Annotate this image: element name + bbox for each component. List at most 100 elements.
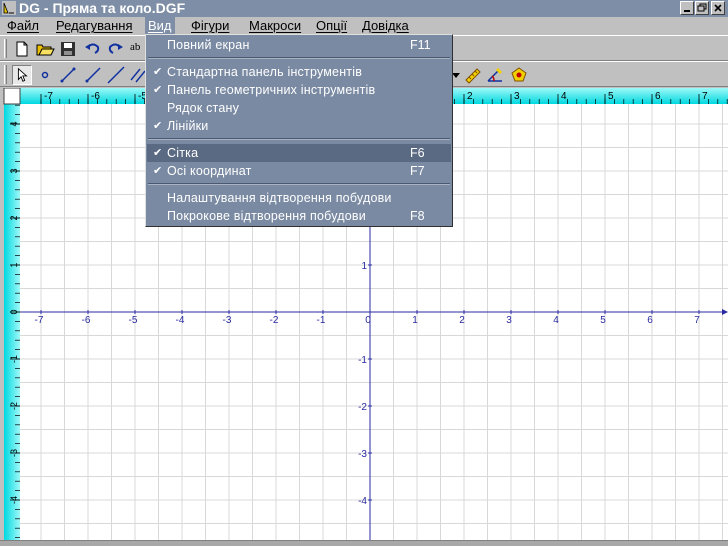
y-tick-label: 1	[361, 261, 367, 272]
ruler-label: -7	[44, 91, 53, 102]
x-tick-label: -6	[82, 315, 91, 326]
save-icon[interactable]	[58, 39, 78, 59]
x-tick-label: 0	[365, 315, 371, 326]
ruler-label: 3	[514, 91, 520, 102]
ruler-label: 6	[655, 91, 661, 102]
menu-edit[interactable]: Редагування	[53, 17, 136, 35]
x-tick-label: 1	[412, 315, 418, 326]
ruler-label: 2	[9, 215, 19, 220]
menu-item-label: Сітка	[167, 146, 199, 160]
line-tool-icon[interactable]	[106, 65, 126, 85]
ruler-label: 0	[9, 309, 19, 314]
menu-item-rulers[interactable]: ✔ Лінійки	[147, 117, 451, 135]
menu-item-label: Повний екран	[167, 38, 250, 52]
point-tool-icon[interactable]	[35, 65, 55, 85]
text-tool-button[interactable]: ab	[130, 41, 140, 53]
check-icon: ✔	[153, 120, 163, 132]
title-bar: DG - Пряма та коло.DGF	[0, 0, 728, 17]
restore-icon	[697, 3, 707, 12]
toolbar-grip[interactable]	[4, 65, 7, 84]
x-tick-label: -3	[223, 315, 232, 326]
menu-separator	[148, 138, 450, 140]
menu-separator	[148, 57, 450, 59]
ruler-label: -2	[9, 402, 19, 410]
status-strip	[0, 540, 728, 546]
ruler-label: 5	[608, 91, 614, 102]
x-tick-label: 7	[694, 315, 700, 326]
menu-item-label: Лінійки	[167, 119, 209, 133]
menu-item-shortcut: F7	[410, 164, 425, 178]
minimize-icon	[684, 10, 690, 12]
restore-button[interactable]	[695, 1, 709, 15]
app-icon	[2, 1, 16, 15]
ruler-label: 1	[9, 262, 19, 267]
menu-file[interactable]: Файл	[4, 17, 42, 35]
menu-item-status-bar[interactable]: Рядок стану	[147, 99, 451, 117]
ruler-label: -6	[91, 91, 100, 102]
x-tick-label: -1	[317, 315, 326, 326]
check-icon: ✔	[153, 165, 163, 177]
window-title: DG - Пряма та коло.DGF	[19, 0, 186, 16]
menu-separator	[148, 183, 450, 185]
x-tick-label: -7	[35, 315, 44, 326]
menu-item-shortcut: F6	[410, 146, 425, 160]
menu-item-step-playback[interactable]: Покрокове відтворення побудови F8	[147, 207, 451, 225]
y-tick-label: -1	[358, 355, 367, 366]
segment-tool-icon[interactable]	[58, 65, 78, 85]
ruler-label: -4	[9, 496, 19, 504]
menu-item-shortcut: F8	[410, 209, 425, 223]
toolbar-grip[interactable]	[4, 39, 7, 58]
x-tick-label: -2	[270, 315, 279, 326]
y-tick-label: -3	[358, 449, 367, 460]
menu-options[interactable]: Опції	[313, 17, 350, 35]
measure-area-icon[interactable]	[509, 65, 529, 85]
x-tick-label: 6	[647, 315, 653, 326]
ruler-label: 4	[561, 91, 567, 102]
select-arrow-icon[interactable]	[12, 65, 32, 85]
ruler-label: 3	[9, 168, 19, 173]
new-file-icon[interactable]	[12, 39, 32, 59]
check-icon: ✔	[153, 147, 163, 159]
undo-icon[interactable]	[83, 39, 103, 59]
x-tick-label: 5	[600, 315, 606, 326]
ruler-label: 4	[9, 121, 19, 126]
menu-item-label: Налаштування відтворення побудови	[167, 191, 392, 205]
open-folder-icon[interactable]	[35, 39, 55, 59]
y-tick-label: -2	[358, 402, 367, 413]
ruler-label: -1	[9, 355, 19, 363]
menu-macros[interactable]: Макроси	[246, 17, 304, 35]
ray-tool-icon[interactable]	[83, 65, 103, 85]
ruler-label: -3	[9, 449, 19, 457]
x-tick-label: -4	[176, 315, 185, 326]
menu-item-playback-settings[interactable]: Налаштування відтворення побудови	[147, 189, 451, 207]
menu-item-axes[interactable]: ✔ Осі координат F7	[147, 162, 451, 180]
measure-length-icon[interactable]	[463, 65, 483, 85]
x-tick-label: 4	[553, 315, 559, 326]
ruler-label: 2	[467, 91, 473, 102]
measure-angle-icon[interactable]	[485, 65, 505, 85]
check-icon: ✔	[153, 66, 163, 78]
close-icon	[714, 4, 722, 12]
x-tick-label: 3	[506, 315, 512, 326]
menu-view[interactable]: Вид	[145, 17, 175, 35]
menu-item-label: Стандартна панель інструментів	[167, 65, 363, 79]
x-tick-label: 2	[459, 315, 465, 326]
menu-figures[interactable]: Фігури	[188, 17, 232, 35]
check-icon: ✔	[153, 84, 163, 96]
menu-bar: Файл Редагування Вид Фігури Макроси Опці…	[0, 17, 728, 35]
close-button[interactable]	[711, 1, 725, 15]
minimize-button[interactable]	[680, 1, 694, 15]
ruler-corner	[3, 88, 21, 105]
ruler-label: 7	[702, 91, 708, 102]
menu-item-grid[interactable]: ✔ Сітка F6	[147, 144, 451, 162]
redo-icon[interactable]	[105, 39, 125, 59]
menu-item-fullscreen[interactable]: Повний екран F11	[147, 36, 451, 54]
menu-item-label: Осі координат	[167, 164, 252, 178]
menu-item-label: Рядок стану	[167, 101, 240, 115]
menu-help[interactable]: Довідка	[359, 17, 412, 35]
menu-item-standard-toolbar[interactable]: ✔ Стандартна панель інструментів	[147, 63, 451, 81]
menu-item-label: Панель геометричних інструментів	[167, 83, 376, 97]
view-menu-dropdown: Повний екран F11 ✔ Стандартна панель інс…	[145, 34, 453, 227]
x-tick-label: -5	[129, 315, 138, 326]
menu-item-geometry-toolbar[interactable]: ✔ Панель геометричних інструментів	[147, 81, 451, 99]
